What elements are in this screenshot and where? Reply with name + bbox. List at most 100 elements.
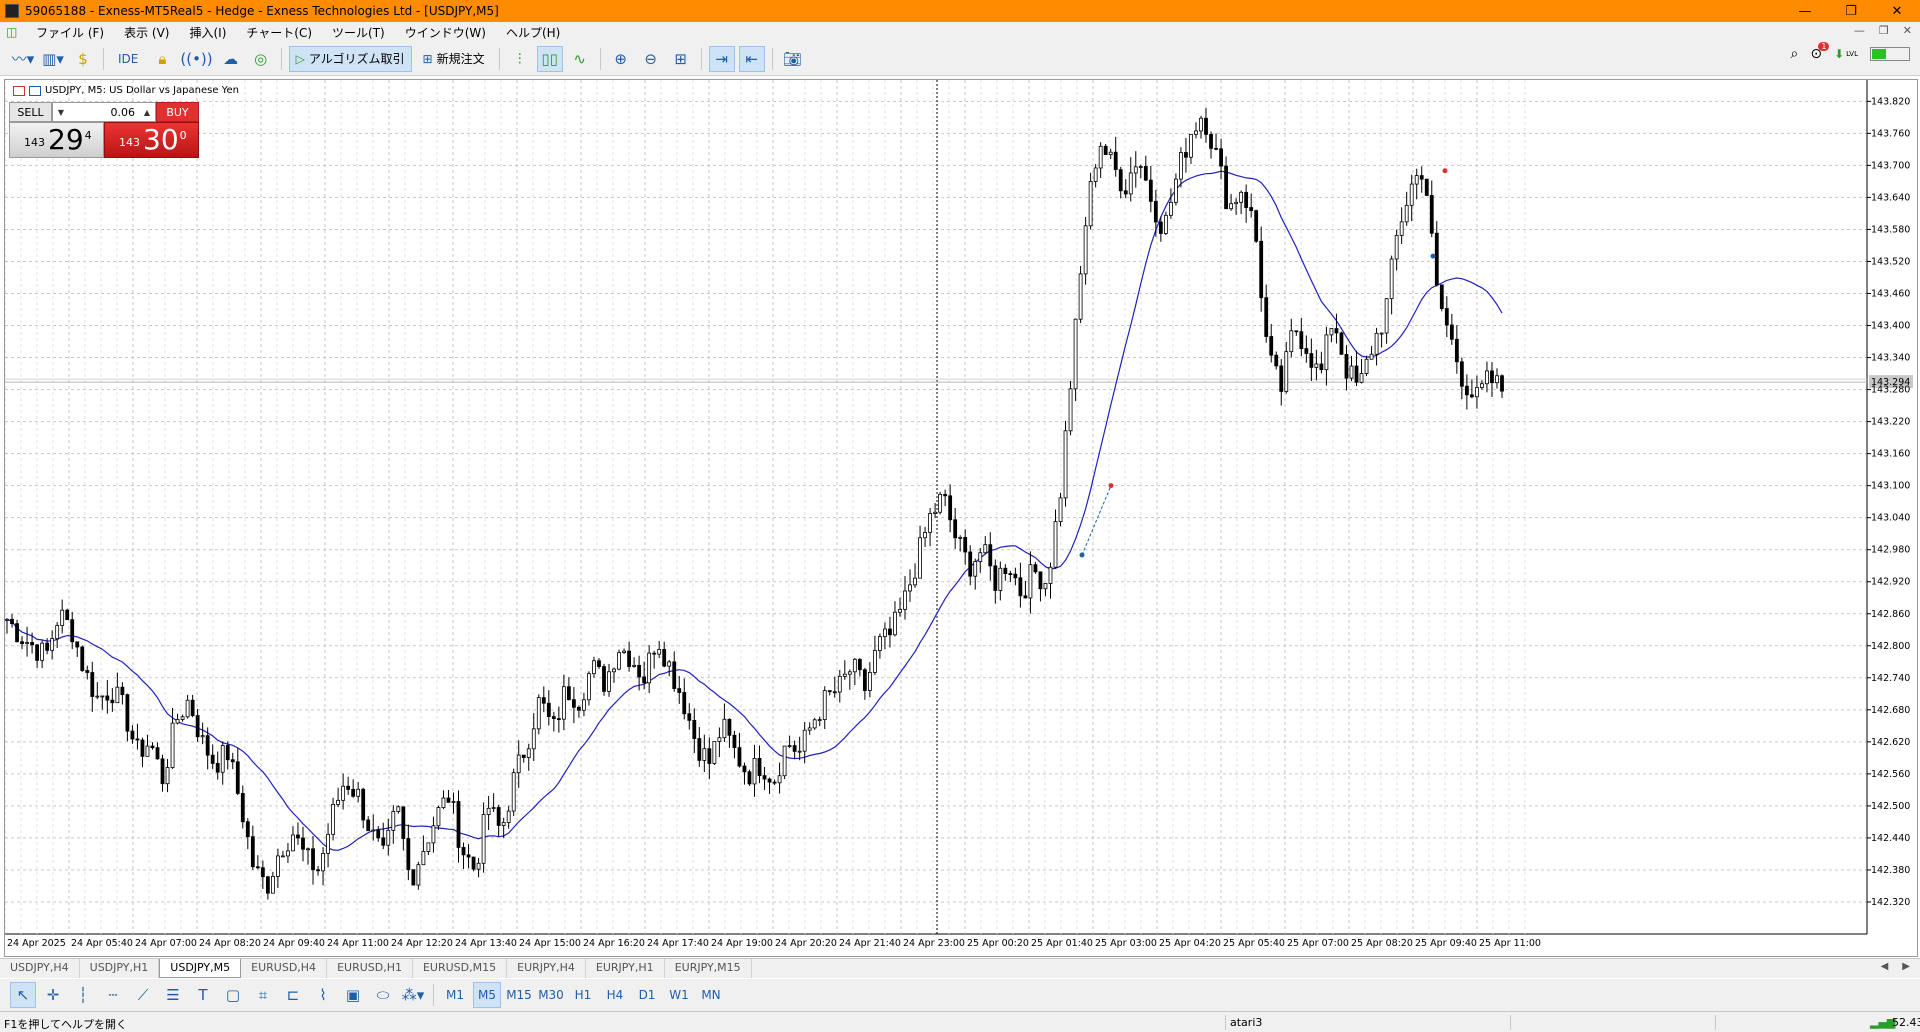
sell-button[interactable]: SELL xyxy=(9,102,52,122)
tab-usdjpy-h4[interactable]: USDJPY,H4 xyxy=(0,959,80,978)
lot-size-field[interactable]: ▼ 0.06 ▲ xyxy=(52,102,156,122)
buy-button[interactable]: BUY xyxy=(156,102,199,122)
chart-shift-icon[interactable]: ⇤ xyxy=(738,45,765,72)
buy-price-button[interactable]: 143 30 0 xyxy=(104,122,199,158)
candle-body xyxy=(541,697,546,704)
price-chart[interactable]: 143.820 143.760 143.700 143.640 143.580 143.5… xyxy=(5,80,1917,956)
candle-body xyxy=(195,715,200,738)
lot-dropdown-icon[interactable]: ▼ xyxy=(53,108,69,117)
chart-symbol-icon xyxy=(13,85,25,96)
timeframe-h4[interactable]: H4 xyxy=(601,982,629,1008)
tab-scroll-left-icon[interactable]: ◀ xyxy=(1881,961,1889,972)
zoom-out-icon[interactable]: ⊖ xyxy=(638,46,664,72)
crosshair-icon[interactable]: ✛ xyxy=(40,982,66,1008)
zoom-in-icon[interactable]: ⊕ xyxy=(608,46,634,72)
fibonacci-icon[interactable]: ⊏ xyxy=(280,982,306,1008)
timeframe-d1[interactable]: D1 xyxy=(633,982,661,1008)
candlestick-icon[interactable]: ▯▯ xyxy=(536,45,563,72)
price-tick-label: 142.620 xyxy=(1871,737,1910,748)
maximize-button[interactable]: ❐ xyxy=(1828,0,1874,22)
signal-icon[interactable]: ((•)) xyxy=(179,46,213,72)
menu-window[interactable]: ウインドウ(W) xyxy=(395,24,496,41)
trendline-icon[interactable]: ⟋ xyxy=(130,982,156,1008)
timeframe-m5[interactable]: M5 xyxy=(473,982,501,1008)
mdi-close-button[interactable]: ✕ xyxy=(1903,24,1912,37)
candle-body xyxy=(170,722,175,768)
tab-scroll-right-icon[interactable]: ▶ xyxy=(1902,961,1910,972)
cloud-icon[interactable]: ☁ xyxy=(218,46,244,72)
menu-view[interactable]: 表示 (V) xyxy=(114,24,179,41)
timeframe-m1[interactable]: M1 xyxy=(441,982,469,1008)
timeframe-h1[interactable]: H1 xyxy=(569,982,597,1008)
timeframe-m15[interactable]: M15 xyxy=(505,982,533,1008)
text-label-icon[interactable]: ⌗ xyxy=(250,982,276,1008)
menu-file[interactable]: ファイル (F) xyxy=(26,24,114,41)
lock-icon[interactable]: 🔒︎ xyxy=(149,46,175,72)
tab-eurjpy-h4[interactable]: EURJPY,H4 xyxy=(507,959,586,978)
menu-tools[interactable]: ツール(T) xyxy=(322,24,395,41)
candle-body xyxy=(1399,221,1404,236)
tab-eurjpy-m15[interactable]: EURJPY,M15 xyxy=(665,959,752,978)
menu-insert[interactable]: 挿入(I) xyxy=(179,24,236,41)
text-icon[interactable]: T xyxy=(190,982,216,1008)
chart-templates-icon[interactable]: ▥▾ xyxy=(40,46,66,72)
candle-body xyxy=(1128,172,1133,195)
tab-usdjpy-h1[interactable]: USDJPY,H1 xyxy=(80,959,160,978)
candle-body xyxy=(772,781,777,784)
chart-window[interactable]: 143.820 143.760 143.700 143.640 143.580 143.5… xyxy=(4,79,1918,957)
horizontal-line-icon[interactable]: ┄ xyxy=(100,982,126,1008)
tab-eurjpy-h1[interactable]: EURJPY,H1 xyxy=(586,959,665,978)
candle-body xyxy=(948,495,953,521)
candle-body xyxy=(431,825,436,844)
menu-help[interactable]: ヘルプ(H) xyxy=(496,24,570,41)
tile-windows-icon[interactable]: ⊞ xyxy=(668,46,694,72)
vps-icon[interactable]: ◎ xyxy=(248,46,274,72)
candle-body xyxy=(1409,183,1414,206)
search-icon[interactable]: ⌕ xyxy=(1791,46,1799,62)
mdi-restore-button[interactable]: ❐ xyxy=(1879,24,1889,37)
menu-chart[interactable]: チャート(C) xyxy=(236,24,322,41)
candle-body xyxy=(486,807,491,815)
trade-exit-marker xyxy=(1442,168,1448,174)
market-icon[interactable]: $ xyxy=(70,46,96,72)
ok-label-icon[interactable]: ▣ xyxy=(340,982,366,1008)
bar-chart-icon[interactable]: ⫶ xyxy=(507,46,533,72)
timeframe-m30[interactable]: M30 xyxy=(537,982,565,1008)
price-tick-label: 142.440 xyxy=(1871,833,1910,844)
candle-body xyxy=(1500,375,1504,392)
tab-usdjpy-m5[interactable]: USDJPY,M5 xyxy=(159,959,242,978)
cursor-icon[interactable]: ↖ xyxy=(10,982,36,1008)
screenshot-icon[interactable]: 📷︎ xyxy=(780,46,806,72)
lot-stepper-up-icon[interactable]: ▲ xyxy=(139,108,155,117)
tab-eurusd-h4[interactable]: EURUSD,H4 xyxy=(241,959,328,978)
signal-strength-icon[interactable]: ⬇ LVL xyxy=(1834,47,1858,61)
mdi-minimize-button[interactable]: — xyxy=(1854,24,1865,37)
lot-size-value[interactable]: 0.06 xyxy=(69,106,139,119)
candle-body xyxy=(556,718,561,720)
tab-eurusd-m15[interactable]: EURUSD,M15 xyxy=(413,959,508,978)
notifications-icon[interactable]: ⊙ 1 xyxy=(1810,42,1830,62)
timeframe-w1[interactable]: W1 xyxy=(665,982,693,1008)
ide-button[interactable]: IDE xyxy=(111,46,145,72)
more-tools-icon[interactable]: ⁂▾ xyxy=(400,982,426,1008)
timeframe-mn[interactable]: MN xyxy=(697,982,725,1008)
line-chart-icon[interactable]: ∿ xyxy=(567,46,593,72)
tab-eurusd-h1[interactable]: EURUSD,H1 xyxy=(327,959,413,978)
auto-scroll-icon[interactable]: ⇥ xyxy=(708,45,735,72)
shapes-icon[interactable]: ⬭ xyxy=(370,982,396,1008)
candle-body xyxy=(1384,298,1389,334)
new-order-label: 新規注文 xyxy=(436,52,485,66)
candle-body xyxy=(1018,577,1023,597)
indicator-icon[interactable]: ⌇ xyxy=(310,982,336,1008)
channel-icon[interactable]: ☰ xyxy=(160,982,186,1008)
new-order-button[interactable]: ⊞ 新規注文 xyxy=(416,46,492,72)
minimize-button[interactable]: — xyxy=(1782,0,1828,22)
sell-price-button[interactable]: 143 29 4 xyxy=(9,122,104,158)
rectangle-icon[interactable]: ▢ xyxy=(220,982,246,1008)
close-button[interactable]: ✕ xyxy=(1874,0,1920,22)
chart-type-icon[interactable]: 〰▾ xyxy=(10,46,36,72)
algo-trading-button[interactable]: ▷ アルゴリズム取引 xyxy=(288,45,412,72)
vertical-line-icon[interactable]: ┆ xyxy=(70,982,96,1008)
candle-body xyxy=(436,807,441,827)
chart-menu-icon[interactable]: ◫ xyxy=(6,25,20,39)
